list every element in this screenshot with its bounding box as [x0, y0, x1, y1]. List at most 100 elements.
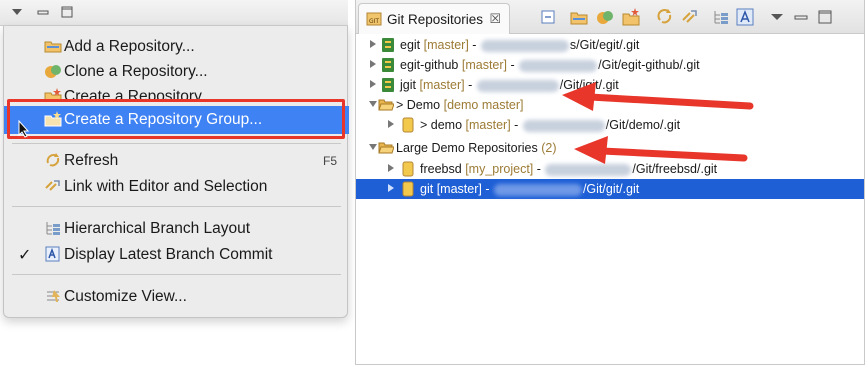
- path-separator: -: [464, 78, 476, 92]
- expand-arrow-icon[interactable]: [386, 183, 396, 193]
- view-header: GIT Git Repositories ☒: [356, 0, 864, 34]
- git-repository-icon: GIT: [366, 12, 382, 26]
- expand-arrow-icon[interactable]: [386, 163, 396, 173]
- annotation-arrow-icon: [574, 136, 748, 164]
- view-menu-icon[interactable]: [768, 8, 786, 26]
- menu-separator: [12, 274, 341, 275]
- menu-item-label: Refresh: [64, 152, 119, 169]
- redacted-path: [519, 59, 598, 72]
- clone-repository-icon[interactable]: [596, 8, 614, 26]
- svg-text:GIT: GIT: [369, 18, 379, 25]
- menu-item-display-latest-branch-commit[interactable]: ✓ Display Latest Branch Commit: [4, 242, 349, 267]
- git-repositories-view: GIT Git Repositories ☒ egit [master] - s…: [355, 0, 865, 365]
- branch-label: [demo master]: [443, 98, 524, 112]
- minimize-icon[interactable]: [36, 5, 50, 19]
- view-menu-icon[interactable]: [10, 5, 24, 19]
- branch-label: [master]: [423, 38, 469, 52]
- collapse-arrow-icon[interactable]: [368, 142, 378, 152]
- tab-git-repositories[interactable]: GIT Git Repositories ☒: [358, 3, 510, 34]
- hierarchical-layout-icon: [46, 222, 60, 235]
- redacted-path: [493, 183, 582, 196]
- redacted-path: [480, 39, 569, 52]
- add-repository-icon: [44, 41, 62, 53]
- annotation-arrow-icon: [562, 82, 754, 111]
- path-separator: -: [510, 118, 522, 132]
- close-tab-icon[interactable]: ☒: [489, 11, 501, 27]
- link-editor-icon: [45, 180, 60, 191]
- tree-row-git[interactable]: git [master] - /Git/git/.git: [356, 179, 864, 199]
- repository-icon: [402, 181, 414, 197]
- link-editor-icon[interactable]: [681, 8, 699, 26]
- repository-icon: [402, 117, 414, 133]
- open-folder-icon: [378, 99, 394, 111]
- redacted-path: [476, 79, 559, 92]
- repository-path: s/Git/egit/.git: [569, 38, 640, 52]
- latest-commit-icon[interactable]: [736, 8, 754, 26]
- branch-label: [master]: [461, 58, 508, 72]
- group-name: Large Demo Repositories: [396, 141, 538, 155]
- expand-arrow-icon[interactable]: [386, 119, 396, 129]
- menu-item-refresh[interactable]: Refresh F5: [4, 148, 349, 173]
- expand-arrow-icon[interactable]: [368, 39, 378, 49]
- menu-separator: [12, 143, 341, 144]
- tree-row-egit-github[interactable]: egit-github [master] - /Git/egit-github/…: [356, 55, 864, 75]
- repository-icon: [402, 161, 414, 177]
- highlight-annotation-box: [7, 99, 345, 139]
- customize-view-icon: [47, 290, 60, 302]
- path-separator: -: [507, 58, 519, 72]
- expand-arrow-icon[interactable]: [368, 59, 378, 69]
- path-separator: -: [533, 162, 545, 176]
- collapse-arrow-icon[interactable]: [368, 99, 378, 109]
- menu-item-add-repository[interactable]: Add a Repository...: [4, 34, 349, 59]
- repository-name: > demo: [420, 118, 463, 132]
- repository-name: freebsd: [420, 162, 462, 176]
- menu-item-label: Display Latest Branch Commit: [64, 246, 273, 263]
- refresh-icon: [46, 153, 60, 167]
- repository-name: git: [420, 182, 434, 196]
- menu-item-label: Clone a Repository...: [64, 63, 208, 80]
- maximize-icon[interactable]: [816, 8, 834, 26]
- collapse-all-icon[interactable]: [539, 8, 557, 26]
- open-folder-icon: [378, 142, 394, 154]
- add-repository-icon[interactable]: [570, 8, 588, 26]
- latest-commit-icon: [45, 246, 60, 262]
- create-repository-icon[interactable]: [622, 8, 640, 26]
- menu-item-label: Link with Editor and Selection: [64, 178, 268, 195]
- checkmark-icon: ✓: [18, 247, 32, 264]
- repository-path: /Git/egit-github/.git: [598, 58, 700, 72]
- menu-item-link-with-editor[interactable]: Link with Editor and Selection: [4, 174, 349, 199]
- menu-item-label: Customize View...: [64, 288, 187, 305]
- maximize-icon[interactable]: [60, 5, 74, 19]
- menu-item-label: Hierarchical Branch Layout: [64, 220, 251, 237]
- view-menu-toolbar: [0, 0, 348, 26]
- repository-count: (2): [541, 141, 557, 155]
- repository-path: /Git/git/.git: [582, 182, 640, 196]
- repository-name: jgit: [400, 78, 416, 92]
- refresh-icon[interactable]: [656, 8, 674, 26]
- tree-row-egit[interactable]: egit [master] - s/Git/egit/.git: [356, 35, 864, 55]
- redacted-path: [522, 119, 605, 132]
- clone-repository-icon: [45, 65, 61, 78]
- menu-item-hierarchical-branch-layout[interactable]: Hierarchical Branch Layout: [4, 216, 349, 241]
- mouse-cursor-icon: [18, 120, 30, 138]
- repository-icon: [382, 78, 394, 92]
- repository-name: egit-github: [400, 58, 459, 72]
- repository-icon: [382, 58, 394, 72]
- menu-item-customize-view[interactable]: Customize View...: [4, 284, 349, 309]
- view-menu-dropdown: Add a Repository... Clone a Repository..…: [3, 26, 349, 318]
- repository-name: egit: [400, 38, 421, 52]
- menu-separator: [12, 206, 341, 207]
- menu-item-clone-repository[interactable]: Clone a Repository...: [4, 59, 349, 84]
- branch-label: [master]: [465, 118, 511, 132]
- minimize-icon[interactable]: [792, 8, 810, 26]
- path-separator: -: [481, 182, 493, 196]
- expand-arrow-icon[interactable]: [368, 79, 378, 89]
- branch-label: [master]: [436, 182, 482, 196]
- group-name: > Demo: [396, 98, 441, 112]
- path-separator: -: [468, 38, 480, 52]
- hierarchical-layout-icon[interactable]: [712, 8, 730, 26]
- repository-path: /Git/demo/.git: [605, 118, 681, 132]
- tab-label: Git Repositories: [387, 12, 484, 27]
- branch-label: [master]: [419, 78, 465, 92]
- branch-label: [my_project]: [465, 162, 534, 176]
